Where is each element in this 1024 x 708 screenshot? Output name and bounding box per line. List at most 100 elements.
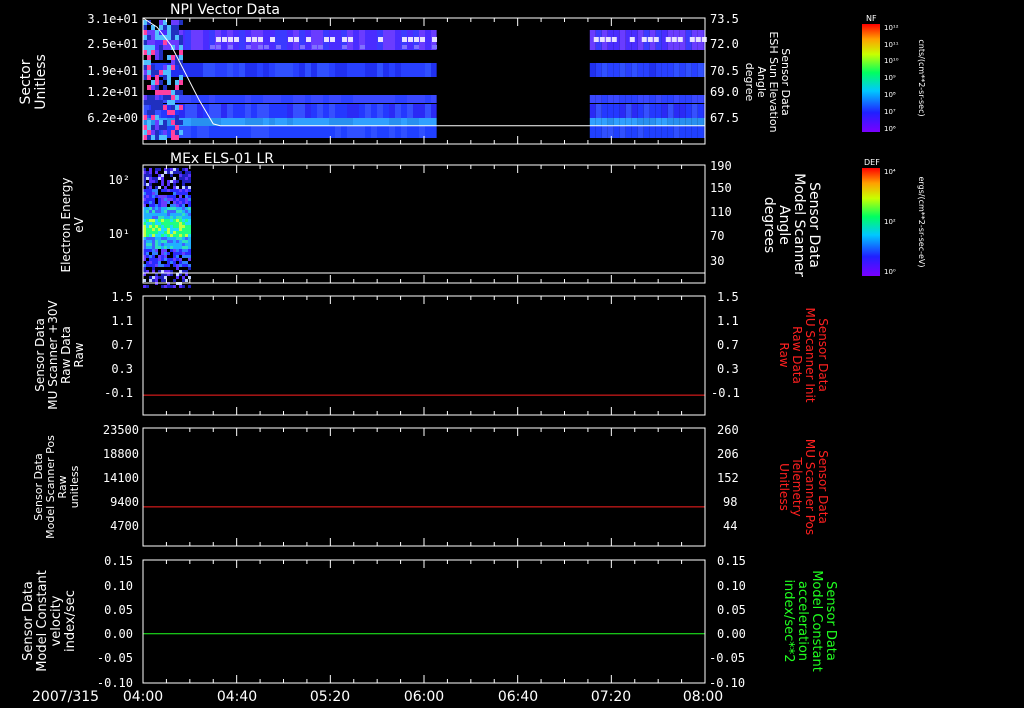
heat-cell bbox=[164, 213, 167, 216]
heat-cell bbox=[182, 186, 185, 189]
heat-cell bbox=[263, 95, 269, 103]
heat-cell bbox=[631, 63, 638, 77]
heat-cell bbox=[164, 195, 167, 198]
heat-cell bbox=[164, 207, 167, 210]
heat-cell bbox=[163, 90, 167, 95]
heat-cell bbox=[419, 118, 425, 126]
x-tick-label: 04:00 bbox=[123, 689, 163, 705]
heat-cell bbox=[607, 63, 614, 77]
heat-cell bbox=[395, 30, 401, 50]
colorbar-def-tick: 10⁰ bbox=[884, 268, 896, 276]
heat-cell bbox=[607, 126, 614, 138]
heat-cell bbox=[176, 216, 179, 219]
heat-cell bbox=[215, 63, 221, 77]
heat-cell bbox=[239, 63, 245, 77]
heat-cell bbox=[155, 177, 158, 180]
colorbar-def: DEF 10⁴ 10² 10⁰ ergs/(cm**2-sr-sec-eV) bbox=[862, 158, 926, 276]
els-y2tick: 30 bbox=[710, 254, 724, 268]
heat-cell bbox=[673, 95, 680, 103]
heat-cell bbox=[305, 126, 311, 138]
heat-cell bbox=[353, 30, 359, 50]
model-constant-y2label-line: Model Constant bbox=[809, 570, 824, 672]
heat-cell bbox=[149, 186, 152, 189]
heat-cell bbox=[146, 207, 149, 210]
model-constant-y2tick: 0.10 bbox=[717, 579, 746, 593]
heat-cell bbox=[252, 37, 257, 42]
npi-right-ticks: 73.5 72.0 70.5 69.0 67.5 bbox=[710, 12, 739, 125]
heat-cell bbox=[611, 37, 617, 42]
heat-cell bbox=[171, 90, 175, 95]
heat-cell bbox=[287, 63, 293, 77]
heat-cell bbox=[155, 231, 158, 234]
heat-cell bbox=[146, 171, 149, 174]
heat-cell bbox=[155, 70, 159, 75]
heat-cell bbox=[179, 50, 183, 55]
heat-cell bbox=[167, 225, 170, 228]
heat-cell bbox=[167, 222, 170, 225]
heat-cell bbox=[171, 60, 175, 65]
colorbar-nf-tick: 10⁷ bbox=[884, 108, 896, 116]
heat-cell bbox=[158, 234, 161, 237]
heat-cell bbox=[164, 189, 167, 192]
heat-cell bbox=[176, 171, 179, 174]
model-constant-y2label-line: Sensor Data bbox=[823, 581, 838, 661]
mu-30v-y2tick: 1.5 bbox=[717, 290, 739, 304]
heat-cell bbox=[164, 231, 167, 234]
heat-cell bbox=[149, 198, 152, 201]
heat-cell bbox=[323, 118, 329, 126]
heat-cell bbox=[173, 258, 176, 261]
heat-cell bbox=[143, 285, 146, 288]
heat-cell bbox=[671, 37, 677, 42]
heat-cell bbox=[667, 95, 674, 103]
heat-cell bbox=[167, 183, 170, 186]
heat-cell bbox=[179, 35, 183, 40]
x-tick-label: 06:40 bbox=[498, 689, 538, 705]
scanner-pos-ytick: 23500 bbox=[103, 423, 139, 437]
heat-cell bbox=[173, 222, 176, 225]
heat-cell bbox=[152, 249, 155, 252]
heat-cell bbox=[161, 243, 164, 246]
heat-cell bbox=[146, 246, 149, 249]
heat-cell bbox=[649, 126, 656, 138]
heat-cell bbox=[275, 126, 281, 138]
heat-cell bbox=[152, 243, 155, 246]
heat-cell bbox=[173, 261, 176, 264]
heat-cell bbox=[152, 261, 155, 264]
heat-cell bbox=[155, 130, 159, 135]
heat-cell bbox=[146, 198, 149, 201]
heat-cell bbox=[359, 63, 365, 77]
heat-cell bbox=[188, 246, 191, 249]
heat-cell bbox=[146, 183, 149, 186]
heat-cell bbox=[179, 213, 182, 216]
heat-cell bbox=[637, 126, 644, 138]
heat-cell bbox=[613, 118, 620, 126]
heat-cell bbox=[176, 198, 179, 201]
heat-cell bbox=[173, 264, 176, 267]
heat-cell bbox=[299, 104, 305, 118]
heat-cell bbox=[287, 104, 293, 118]
heat-cell bbox=[389, 104, 395, 118]
scanner-pos-right-ticks: 260 206 152 98 44 bbox=[717, 423, 739, 533]
heat-cell bbox=[151, 115, 155, 120]
mu-30v-ytick: 0.7 bbox=[111, 338, 133, 352]
heat-cell bbox=[335, 30, 341, 50]
heat-cell bbox=[365, 126, 371, 138]
heat-cell bbox=[173, 186, 176, 189]
heat-cell bbox=[167, 110, 171, 115]
heat-cell bbox=[179, 234, 182, 237]
heat-cell bbox=[170, 285, 173, 288]
heat-cell bbox=[176, 201, 179, 204]
heat-cell bbox=[408, 37, 413, 42]
heat-cell bbox=[179, 177, 182, 180]
heat-cell bbox=[155, 125, 159, 130]
heat-cell bbox=[210, 45, 215, 49]
heat-cell bbox=[317, 104, 323, 118]
heat-cell bbox=[215, 95, 221, 103]
heat-cell bbox=[149, 216, 152, 219]
heat-cell bbox=[179, 195, 182, 198]
heat-cell bbox=[158, 174, 161, 177]
heat-cell bbox=[167, 261, 170, 264]
heat-cell bbox=[152, 264, 155, 267]
heat-cell bbox=[182, 249, 185, 252]
heat-cell bbox=[143, 115, 147, 120]
